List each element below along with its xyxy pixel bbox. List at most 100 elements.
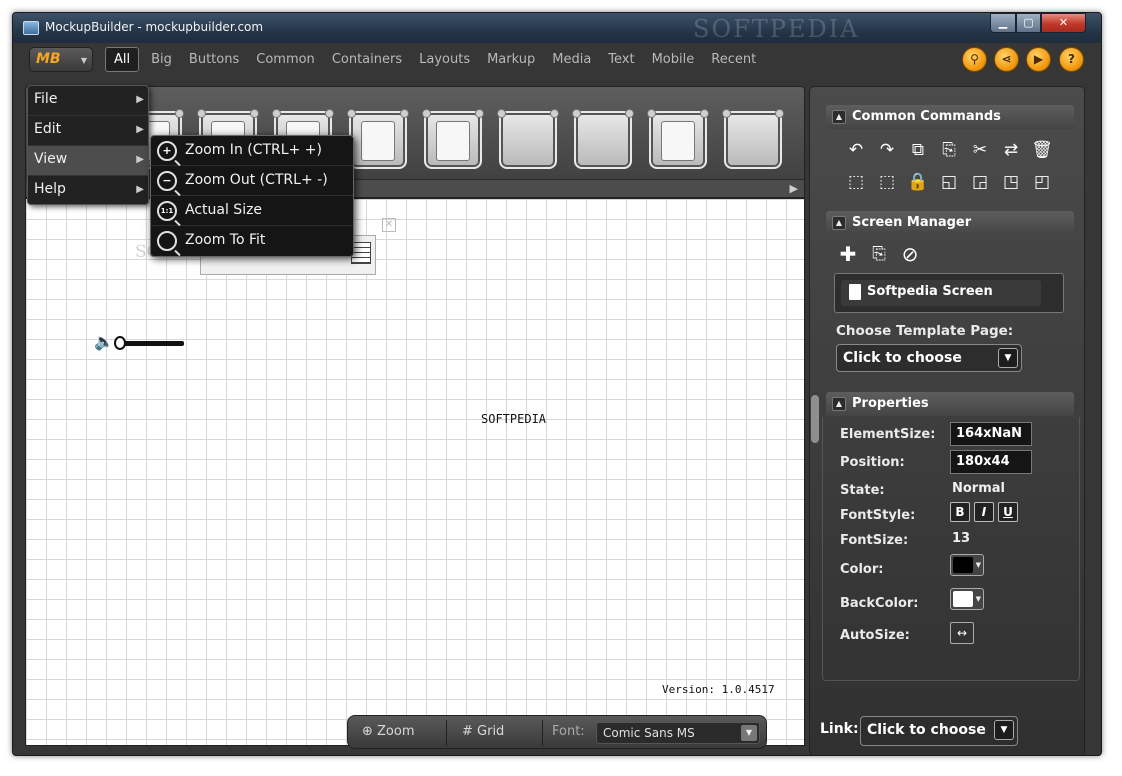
minimize-button[interactable]: ▁ [990, 13, 1016, 33]
paste-icon[interactable]: ⎘ [937, 138, 961, 162]
zoom-button[interactable]: ⊕ Zoom [362, 724, 415, 739]
share-icon[interactable]: ⋖ [994, 47, 1019, 72]
component-breadcrumb[interactable] [722, 109, 784, 169]
underline-button[interactable]: U [998, 502, 1018, 522]
chevron-right-icon: ▶ [136, 124, 144, 135]
submenu-zoom-to-fit[interactable]: Zoom To Fit [151, 226, 353, 256]
link-select[interactable]: Click to choose ▼ [860, 716, 1018, 746]
window-title: MockupBuilder - mockupbuilder.com [45, 20, 264, 34]
close-icon[interactable]: ✕ [382, 218, 396, 232]
section-title: Properties [852, 396, 929, 411]
submenu-label: Actual Size [185, 202, 263, 218]
scroll-right-icon[interactable]: ▶ [790, 182, 798, 195]
view-submenu: + Zoom In (CTRL+ +) − Zoom Out (CTRL+ -) 1… [150, 135, 354, 257]
menu-item-label: Edit [34, 121, 62, 137]
tab-layouts[interactable]: Layouts [419, 47, 470, 72]
grid-icon: # [462, 724, 478, 739]
submenu-actual-size[interactable]: 1:1 Actual Size [151, 196, 353, 226]
link-label: Link: [820, 721, 859, 737]
color-swatch [953, 557, 973, 573]
component-document[interactable] [422, 109, 484, 169]
color-picker[interactable]: ▼ [950, 554, 984, 576]
bring-forward-icon[interactable]: ◲ [968, 170, 992, 194]
collapse-icon[interactable]: ▲ [832, 110, 846, 124]
bold-button[interactable]: B [950, 502, 970, 522]
position-field[interactable]: 180x44 [950, 450, 1032, 474]
canvas-text-label[interactable]: SOFTPEDIA [481, 412, 546, 426]
italic-button[interactable]: I [974, 502, 994, 522]
tab-common[interactable]: Common [256, 47, 315, 72]
select-icon[interactable]: ⬚ [875, 170, 899, 194]
component-list[interactable] [347, 109, 409, 169]
template-select-value: Click to choose [843, 350, 962, 366]
tab-big[interactable]: Big [151, 47, 172, 72]
bottom-toolbar: ⊕ Zoom # Grid Font: Comic Sans MS ▼ [347, 715, 767, 749]
send-backward-icon[interactable]: ◳ [999, 170, 1023, 194]
link-select-value: Click to choose [867, 722, 986, 738]
tab-mobile[interactable]: Mobile [652, 47, 695, 72]
element-size-field[interactable]: 164xNaN [950, 422, 1032, 446]
menu-item-edit[interactable]: Edit ▶ [28, 116, 148, 146]
trash-icon[interactable]: 🗑 [1030, 138, 1054, 162]
autosize-label: AutoSize: [840, 628, 910, 643]
common-commands-header[interactable]: ▲ Common Commands [826, 105, 1074, 129]
design-canvas[interactable]: SOFTPEDIA ✕ 🔈 SOFTPEDIA Version: 1.0.451… [25, 198, 805, 746]
help-icon[interactable]: ? [1059, 47, 1084, 72]
backcolor-label: BackColor: [840, 596, 919, 611]
properties-header[interactable]: ▲ Properties [826, 392, 1074, 416]
title-bar: MockupBuilder - mockupbuilder.com SOFTPE… [13, 13, 1101, 43]
menu-item-help[interactable]: Help ▶ [28, 176, 148, 206]
submenu-zoom-out[interactable]: − Zoom Out (CTRL+ -) [151, 166, 353, 196]
grid-button[interactable]: # Grid [462, 724, 504, 739]
swap-icon[interactable]: ⇄ [999, 138, 1023, 162]
redo-icon[interactable]: ↷ [875, 138, 899, 162]
menu-item-label: View [34, 151, 68, 167]
screen-name: Softpedia Screen [867, 284, 993, 299]
volume-slider-element[interactable]: 🔈 [94, 332, 194, 354]
autosize-button[interactable]: ↔ [950, 622, 974, 644]
cut-icon[interactable]: ✂ [968, 138, 992, 162]
tab-containers[interactable]: Containers [332, 47, 402, 72]
tab-recent[interactable]: Recent [711, 47, 756, 72]
component-curve[interactable] [497, 109, 559, 169]
menu-item-file[interactable]: File ▶ [28, 86, 148, 116]
tab-buttons[interactable]: Buttons [189, 47, 239, 72]
screen-manager-header[interactable]: ▲ Screen Manager [826, 211, 1074, 235]
fontsize-value[interactable]: 13 [952, 531, 970, 546]
search-icon[interactable]: ⚲ [962, 47, 987, 72]
panel-scrollbar[interactable] [810, 87, 820, 755]
duplicate-icon[interactable]: ⎘ [867, 242, 891, 266]
screen-item[interactable]: Softpedia Screen [841, 280, 1041, 306]
bring-front-icon[interactable]: ◱ [937, 170, 961, 194]
component-tabs: All Big Buttons Common Containers Layouts Mark… [105, 47, 773, 72]
main-menu-button[interactable]: MB ▼ [29, 47, 93, 72]
maximize-button[interactable]: ▢ [1016, 13, 1041, 33]
close-button[interactable]: ✕ [1041, 13, 1086, 33]
play-icon[interactable]: ▶ [1026, 47, 1051, 72]
tab-markup[interactable]: Markup [487, 47, 535, 72]
submenu-zoom-in[interactable]: + Zoom In (CTRL+ +) [151, 136, 353, 166]
add-icon[interactable]: ✚ [836, 242, 860, 266]
template-select[interactable]: Click to choose ▼ [836, 344, 1022, 372]
submenu-label: Zoom Out (CTRL+ -) [185, 172, 328, 188]
tab-all[interactable]: All [105, 47, 140, 72]
slider-thumb[interactable] [114, 336, 126, 350]
copy-icon[interactable]: ⧉ [906, 138, 930, 162]
menu-item-view[interactable]: View ▶ [28, 146, 148, 176]
component-chart[interactable] [572, 109, 634, 169]
component-blackberry[interactable] [647, 109, 709, 169]
collapse-icon[interactable]: ▲ [832, 397, 846, 411]
collapse-icon[interactable]: ▲ [832, 216, 846, 230]
font-select[interactable]: Comic Sans MS ▼ [596, 722, 760, 744]
tab-media[interactable]: Media [552, 47, 591, 72]
undo-icon[interactable]: ↶ [844, 138, 868, 162]
delete-icon[interactable]: ⊘ [898, 242, 922, 266]
select-all-icon[interactable]: ⬚ [844, 170, 868, 194]
scrollbar-thumb[interactable] [811, 395, 819, 443]
backcolor-picker[interactable]: ▼ [950, 588, 984, 610]
template-label: Choose Template Page: [836, 323, 1014, 339]
send-back-icon[interactable]: ◰ [1030, 170, 1054, 194]
tab-text[interactable]: Text [608, 47, 634, 72]
chevron-down-icon: ▼ [741, 725, 757, 741]
lock-icon[interactable]: 🔒 [906, 170, 930, 194]
